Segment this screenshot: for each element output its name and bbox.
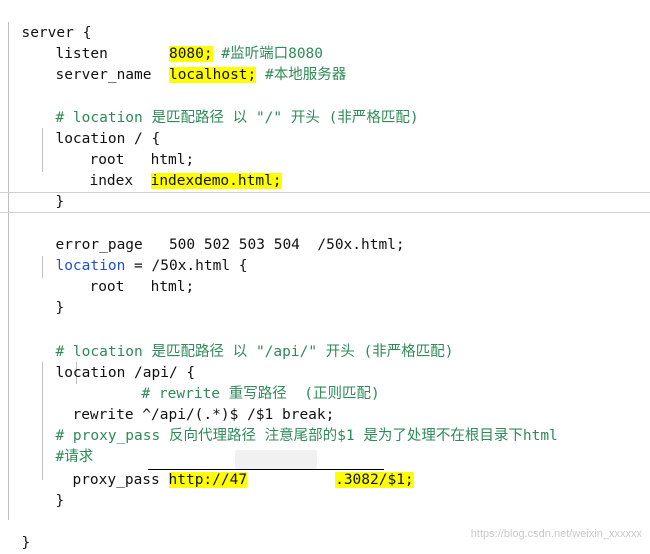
server-block-close: } [21,535,31,551]
root-value-50x: html; [150,279,195,295]
code-line-3: server_name localhost; #本地服务器 [38,44,346,83]
code-line-21-comment: #请求 [38,426,93,465]
proxy-pass-directive: proxy_pass [72,472,160,488]
server-name-comment: #本地服务器 [256,67,347,83]
proxy-pass-url-end: .3082/$1; [335,472,414,488]
index-value: indexdemo.html; [150,173,282,189]
separator-top [0,192,650,193]
code-line-20-comment: # proxy_pass 反向代理路径 注意尾部的$1 是为了处理不在根目录下h… [38,405,557,444]
proxy-pass-comment: # proxy_pass 反向代理路径 注意尾部的$1 是为了处理不在根目录下h… [55,428,558,444]
code-line-16-comment: # location 是匹配路径 以 "/api/" 开头 (非严格匹配) [38,321,453,360]
code-line-1: server { [4,2,91,41]
indent-guide-server [8,22,9,520]
code-line-17: location /api/ { [38,342,195,381]
csdn-watermark: https://blog.csdn.net/weixin_xxxxxx [470,528,642,540]
code-line-19: rewrite ^/api/(.*)$ /$1 break; [55,384,334,423]
code-line-23: } [38,470,64,509]
code-line-11: error_page 500 502 503 504 /50x.html; [38,214,404,253]
code-line-13: root html; [72,256,194,295]
code-line-8: index indexdemo.html; [72,150,282,189]
location-api-close: } [55,493,65,509]
index-directive: index [89,173,134,189]
code-line-2: listen 8080; #监听端口8080 [55,46,324,62]
code-line-12: location = /50x.html { [38,235,247,274]
code-line-25: } [4,512,30,551]
server-name-value: localhost; [168,67,257,83]
code-line-22: proxy_pass http://47 .3082/$1; [55,449,414,488]
code-line-9: } [38,171,64,210]
root-directive-50x: root [89,279,125,295]
code-line-18-comment: # rewrite 重写路径 (正则匹配) [124,363,379,402]
location-50x-close: } [55,300,65,316]
code-line-7: root html; [72,129,194,168]
separator-bottom [0,212,650,213]
code-line-6: location / { [38,108,160,147]
code-line-5-comment: # location 是匹配路径 以 "/" 开头 (非严格匹配) [38,87,418,126]
location-root-close: } [55,194,65,210]
server-name-directive: server_name [55,67,152,83]
proxy-pass-url-start: http://47 [168,472,248,488]
proxy-pass-url-underline [148,469,384,470]
code-line-14: } [38,277,64,316]
